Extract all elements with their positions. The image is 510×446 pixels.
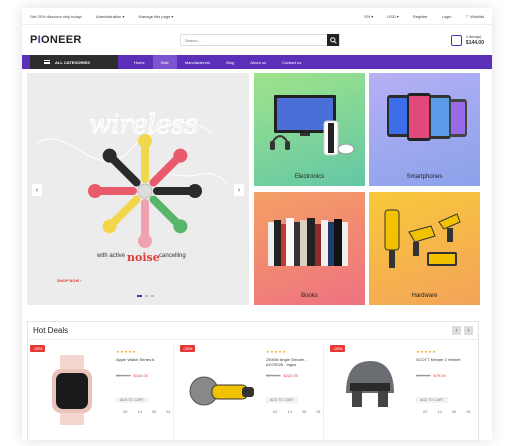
search-button[interactable] — [327, 34, 339, 46]
add-to-cart-button[interactable]: ADD TO CART — [116, 397, 148, 403]
nav-item-about[interactable]: About us — [242, 55, 274, 69]
cart-total: $144.00 — [465, 40, 484, 46]
hero-earbuds-image: wireless with active noise cancelling — [36, 109, 228, 297]
administration-menu[interactable]: Administration ▾ — [96, 14, 124, 19]
slider-prev-button[interactable]: ‹ — [32, 184, 42, 196]
deals-prev-button[interactable]: ‹ — [452, 326, 461, 335]
category-tile-electronics[interactable]: Electronics — [254, 73, 365, 186]
electronics-image — [270, 95, 355, 156]
tile-label: Smartphones — [406, 174, 443, 180]
menu-icon — [44, 60, 50, 64]
countdown-timer: 02 14 06 51 — [123, 409, 171, 414]
currency-select[interactable]: USD ▾ — [387, 14, 399, 19]
top-bar: Get 20% discount only today! Administrat… — [22, 8, 492, 25]
nav-item-blog[interactable]: Blog — [218, 55, 242, 69]
hardware-image — [384, 209, 461, 268]
shopping-bag-icon — [450, 34, 462, 46]
category-tile-smartphones[interactable]: Smartphones — [369, 73, 480, 186]
chevron-right-icon: › — [237, 186, 241, 194]
product-card[interactable]: -26% ★★★★★ 2500W Angle Grinder - AG75028… — [178, 343, 324, 440]
discount-badge: -26% — [180, 345, 196, 352]
search-icon — [329, 36, 337, 44]
rating-stars: ★★★★★ — [416, 349, 437, 354]
promo-text: Get 20% discount only today! — [30, 13, 83, 19]
sale-price: $79.00 — [433, 373, 446, 378]
add-to-cart-button[interactable]: ADD TO CART — [266, 397, 298, 403]
product-name[interactable]: 2500W Angle Grinder - AG75028 - Ingco — [266, 357, 322, 367]
hot-deals-section: Hot Deals ‹ › -28% ★★★★★ Apple Watch Ser… — [27, 321, 479, 440]
deals-next-button[interactable]: › — [464, 326, 473, 335]
category-tile-hardware[interactable]: Hardware — [369, 192, 480, 305]
svg-text:noise: noise — [127, 251, 160, 264]
tile-label: Hardware — [411, 293, 438, 299]
countdown-timer: 02 14 06 51 — [423, 409, 471, 414]
hot-deals-title: Hot Deals — [33, 326, 69, 335]
smartphones-image — [387, 93, 467, 141]
all-categories-button[interactable]: ALL CATEGORIES — [30, 55, 118, 69]
register-link[interactable]: Register — [413, 14, 428, 19]
hero-slider: wireless with active noise cancelling SH… — [27, 73, 249, 305]
product-name[interactable]: SCOTT Keeper 2 Helmet — [416, 357, 472, 362]
category-tiles: Electronics Smartphones Books Hardware — [254, 73, 480, 305]
manage-page-menu[interactable]: Manage this page ▾ — [139, 14, 174, 19]
product-card[interactable]: -28% ★★★★★ SCOTT Keeper 2 Helmet $109.00… — [328, 343, 474, 440]
nav-item-manufacturers[interactable]: Manufacturers — [177, 55, 219, 69]
svg-text:cancelling: cancelling — [159, 253, 186, 259]
chevron-left-icon: ‹ — [35, 186, 39, 194]
old-price: $299.00 — [266, 373, 281, 378]
books-image — [268, 218, 348, 266]
svg-text:with active: with active — [96, 253, 126, 259]
shop-now-link[interactable]: SHOP NOW › — [57, 278, 82, 283]
discount-badge: -28% — [330, 345, 346, 352]
nav-item-sale[interactable]: Sale — [152, 55, 177, 69]
site-logo[interactable]: PIONEER — [30, 34, 180, 46]
helmet-image — [346, 361, 394, 407]
tile-label: Books — [301, 293, 318, 299]
language-select[interactable]: EN ▾ — [365, 14, 374, 19]
add-to-cart-button[interactable]: ADD TO CART — [416, 397, 448, 403]
cart-count: 1 item(s) — [465, 34, 482, 39]
search-bar — [180, 34, 340, 46]
main-nav: ALL CATEGORIES Home Sale Manufacturers B… — [22, 55, 492, 69]
wishlist-link[interactable]: ♡ Wishlist — [466, 14, 484, 19]
slider-next-button[interactable]: › — [234, 184, 244, 196]
tile-label: Electronics — [294, 174, 325, 180]
rating-stars: ★★★★★ — [266, 349, 287, 354]
nav-item-contact[interactable]: Contact us — [274, 55, 309, 69]
sale-price: $222.00 — [283, 373, 298, 378]
category-tile-books[interactable]: Books — [254, 192, 365, 305]
nav-item-home[interactable]: Home — [126, 55, 153, 69]
cart-widget[interactable]: 1 item(s) $144.00 — [450, 34, 484, 46]
old-price: $109.00 — [416, 373, 431, 378]
browser-frame: Get 20% discount only today! Administrat… — [22, 8, 492, 440]
sale-price: $144.00 — [133, 373, 148, 378]
old-price: $199.00 — [116, 373, 131, 378]
chevron-left-icon: ‹ — [455, 327, 458, 334]
chevron-right-icon: › — [467, 327, 470, 334]
product-card[interactable]: -28% ★★★★★ Apple Watch Series 6 $199.00 $… — [28, 343, 174, 440]
angle-grinder-image — [189, 376, 254, 406]
discount-badge: -28% — [30, 345, 46, 352]
rating-stars: ★★★★★ — [116, 349, 137, 354]
apple-watch-image — [52, 355, 92, 425]
product-name[interactable]: Apple Watch Series 6 — [116, 357, 172, 362]
site-header: PIONEER 1 item(s) $144.00 — [22, 25, 492, 55]
countdown-timer: 02 14 06 51 — [273, 409, 321, 414]
search-input[interactable] — [181, 35, 327, 45]
login-link[interactable]: Login — [442, 14, 452, 19]
